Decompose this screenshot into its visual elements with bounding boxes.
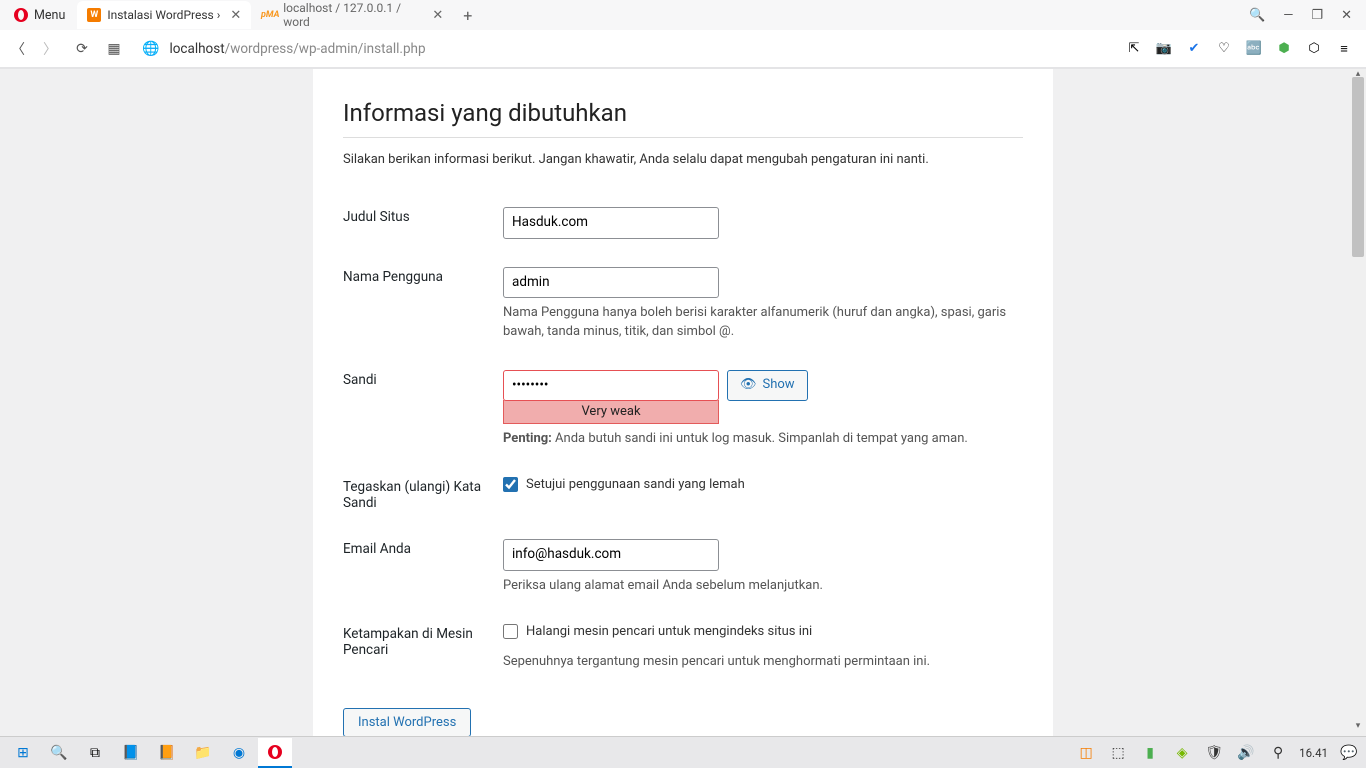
privacy-checkbox[interactable]: [503, 624, 518, 639]
tab-phpmyadmin[interactable]: pMA localhost / 127.0.0.1 / word ✕: [253, 1, 453, 29]
reload-button[interactable]: ⟳: [72, 41, 92, 57]
tray-xampp-icon[interactable]: ◫: [1075, 738, 1097, 768]
back-button[interactable]: 〈: [8, 39, 28, 59]
username-description: Nama Pengguna hanya boleh berisi karakte…: [503, 304, 1023, 342]
tray-flag-icon[interactable]: ▮: [1139, 738, 1161, 768]
tray-wifi-icon[interactable]: ⚲: [1267, 738, 1289, 768]
close-icon[interactable]: ✕: [432, 8, 443, 23]
tray-nvidia-icon[interactable]: ◈: [1171, 738, 1193, 768]
install-form: Judul Situs Nama Pengguna Nama Pengguna …: [343, 195, 1023, 688]
wordpress-favicon-icon: W: [87, 8, 101, 22]
easy-setup-icon[interactable]: ≡: [1336, 41, 1352, 57]
privacy-label: Ketampakan di Mesin Pencari: [343, 612, 503, 688]
translate-icon[interactable]: 🔤: [1246, 41, 1262, 57]
weak-password-confirm-row[interactable]: Setujui penggunaan sandi yang lemah: [503, 477, 1023, 492]
extension-tray: ⇱ 📷 ✔ ♡ 🔤 ⬢ ⬡ ≡: [1120, 41, 1358, 57]
page-heading: Informasi yang dibutuhkan: [343, 99, 1023, 138]
address-bar: 〈 〉 ⟳ ▦ 🌐 localhost/wordpress/wp-admin/i…: [0, 30, 1366, 68]
password-strength-meter: Very weak: [503, 400, 719, 424]
close-window-icon[interactable]: ✕: [1341, 8, 1352, 23]
privacy-checkbox-row[interactable]: Halangi mesin pencari untuk mengindeks s…: [503, 624, 1023, 639]
menu-label: Menu: [34, 8, 65, 23]
speed-dial-icon[interactable]: ▦: [104, 41, 124, 57]
tray-security-icon[interactable]: 🛡: [1203, 738, 1225, 768]
email-label: Email Anda: [343, 527, 503, 611]
share-icon[interactable]: ⇱: [1126, 41, 1142, 57]
task-view-button[interactable]: ⧉: [78, 738, 112, 768]
start-button[interactable]: ⊞: [6, 738, 40, 768]
scroll-down-icon[interactable]: ▾: [1350, 721, 1366, 737]
taskbar-app-2[interactable]: 📙: [150, 738, 184, 768]
adblock-icon[interactable]: ⬢: [1276, 41, 1292, 57]
scrollbar[interactable]: ▴ ▾: [1350, 69, 1366, 737]
close-icon[interactable]: ✕: [230, 8, 241, 23]
tray-app-icon[interactable]: ⬚: [1107, 738, 1129, 768]
install-wordpress-button[interactable]: Instal WordPress: [343, 708, 471, 737]
eye-icon: 👁: [740, 375, 757, 396]
tab-wordpress-install[interactable]: W Instalasi WordPress › ✕: [77, 1, 251, 29]
file-explorer-icon[interactable]: 📁: [186, 738, 220, 768]
search-icon[interactable]: 🔍: [1249, 8, 1265, 23]
show-password-button[interactable]: 👁 Show: [727, 370, 808, 401]
username-input[interactable]: [503, 267, 719, 299]
site-title-input[interactable]: [503, 207, 719, 239]
opera-menu-button[interactable]: Menu: [4, 1, 75, 29]
install-form-container: Informasi yang dibutuhkan Silakan berika…: [313, 69, 1053, 737]
phpmyadmin-favicon-icon: pMA: [263, 8, 277, 22]
weak-password-checkbox-label: Setujui penggunaan sandi yang lemah: [526, 477, 745, 492]
taskbar-app-1[interactable]: 📘: [114, 738, 148, 768]
windows-taskbar: ⊞ 🔍 ⧉ 📘 📙 📁 ◉ ◫ ⬚ ▮ ◈ 🛡 🔊 ⚲ 16.41 💬: [0, 736, 1366, 768]
intro-text: Silakan berikan informasi berikut. Janga…: [343, 152, 1023, 167]
tab-bar: Menu W Instalasi WordPress › ✕ pMA local…: [0, 0, 1366, 30]
shield-icon[interactable]: ✔: [1186, 41, 1202, 57]
tab-title: localhost / 127.0.0.1 / word: [283, 1, 422, 29]
heart-icon[interactable]: ♡: [1216, 41, 1232, 57]
password-important-note: Penting: Anda butuh sandi ini untuk log …: [503, 430, 1023, 449]
search-button[interactable]: 🔍: [42, 738, 76, 768]
minimize-icon[interactable]: —: [1283, 8, 1293, 23]
browser-chrome: Menu W Instalasi WordPress › ✕ pMA local…: [0, 0, 1366, 69]
maximize-icon[interactable]: ❐: [1311, 8, 1323, 23]
email-description: Periksa ulang alamat email Anda sebelum …: [503, 577, 1023, 596]
email-input[interactable]: [503, 539, 719, 571]
url-text: localhost/wordpress/wp-admin/install.php: [169, 41, 425, 57]
opera-logo-icon: [14, 8, 28, 22]
cube-icon[interactable]: ⬡: [1306, 41, 1322, 57]
url-field[interactable]: 🌐 localhost/wordpress/wp-admin/install.p…: [136, 41, 1108, 57]
site-title-label: Judul Situs: [343, 195, 503, 255]
taskbar-clock[interactable]: 16.41: [1299, 746, 1328, 760]
username-label: Nama Pengguna: [343, 255, 503, 358]
window-controls: 🔍 — ❐ ✕: [1239, 0, 1362, 30]
edge-browser-icon[interactable]: ◉: [222, 738, 256, 768]
forward-button[interactable]: 〉: [40, 39, 60, 59]
tray-volume-icon[interactable]: 🔊: [1235, 738, 1257, 768]
page-viewport: Informasi yang dibutuhkan Silakan berika…: [0, 69, 1366, 737]
snapshot-icon[interactable]: 📷: [1156, 41, 1172, 57]
tray-notifications-icon[interactable]: 💬: [1338, 738, 1360, 768]
privacy-description: Sepenuhnya tergantung mesin pencari untu…: [503, 653, 1023, 672]
weak-password-checkbox[interactable]: [503, 477, 518, 492]
tab-title: Instalasi WordPress ›: [107, 8, 220, 22]
opera-taskbar-icon[interactable]: [258, 738, 292, 768]
password-label: Sandi: [343, 358, 503, 465]
privacy-checkbox-label: Halangi mesin pencari untuk mengindeks s…: [526, 624, 812, 639]
globe-icon: 🌐: [142, 41, 159, 57]
confirm-password-label: Tegaskan (ulangi) Kata Sandi: [343, 465, 503, 527]
scrollbar-thumb[interactable]: [1352, 77, 1364, 257]
password-input[interactable]: [503, 370, 719, 402]
show-label: Show: [763, 375, 795, 396]
new-tab-button[interactable]: +: [455, 6, 480, 25]
